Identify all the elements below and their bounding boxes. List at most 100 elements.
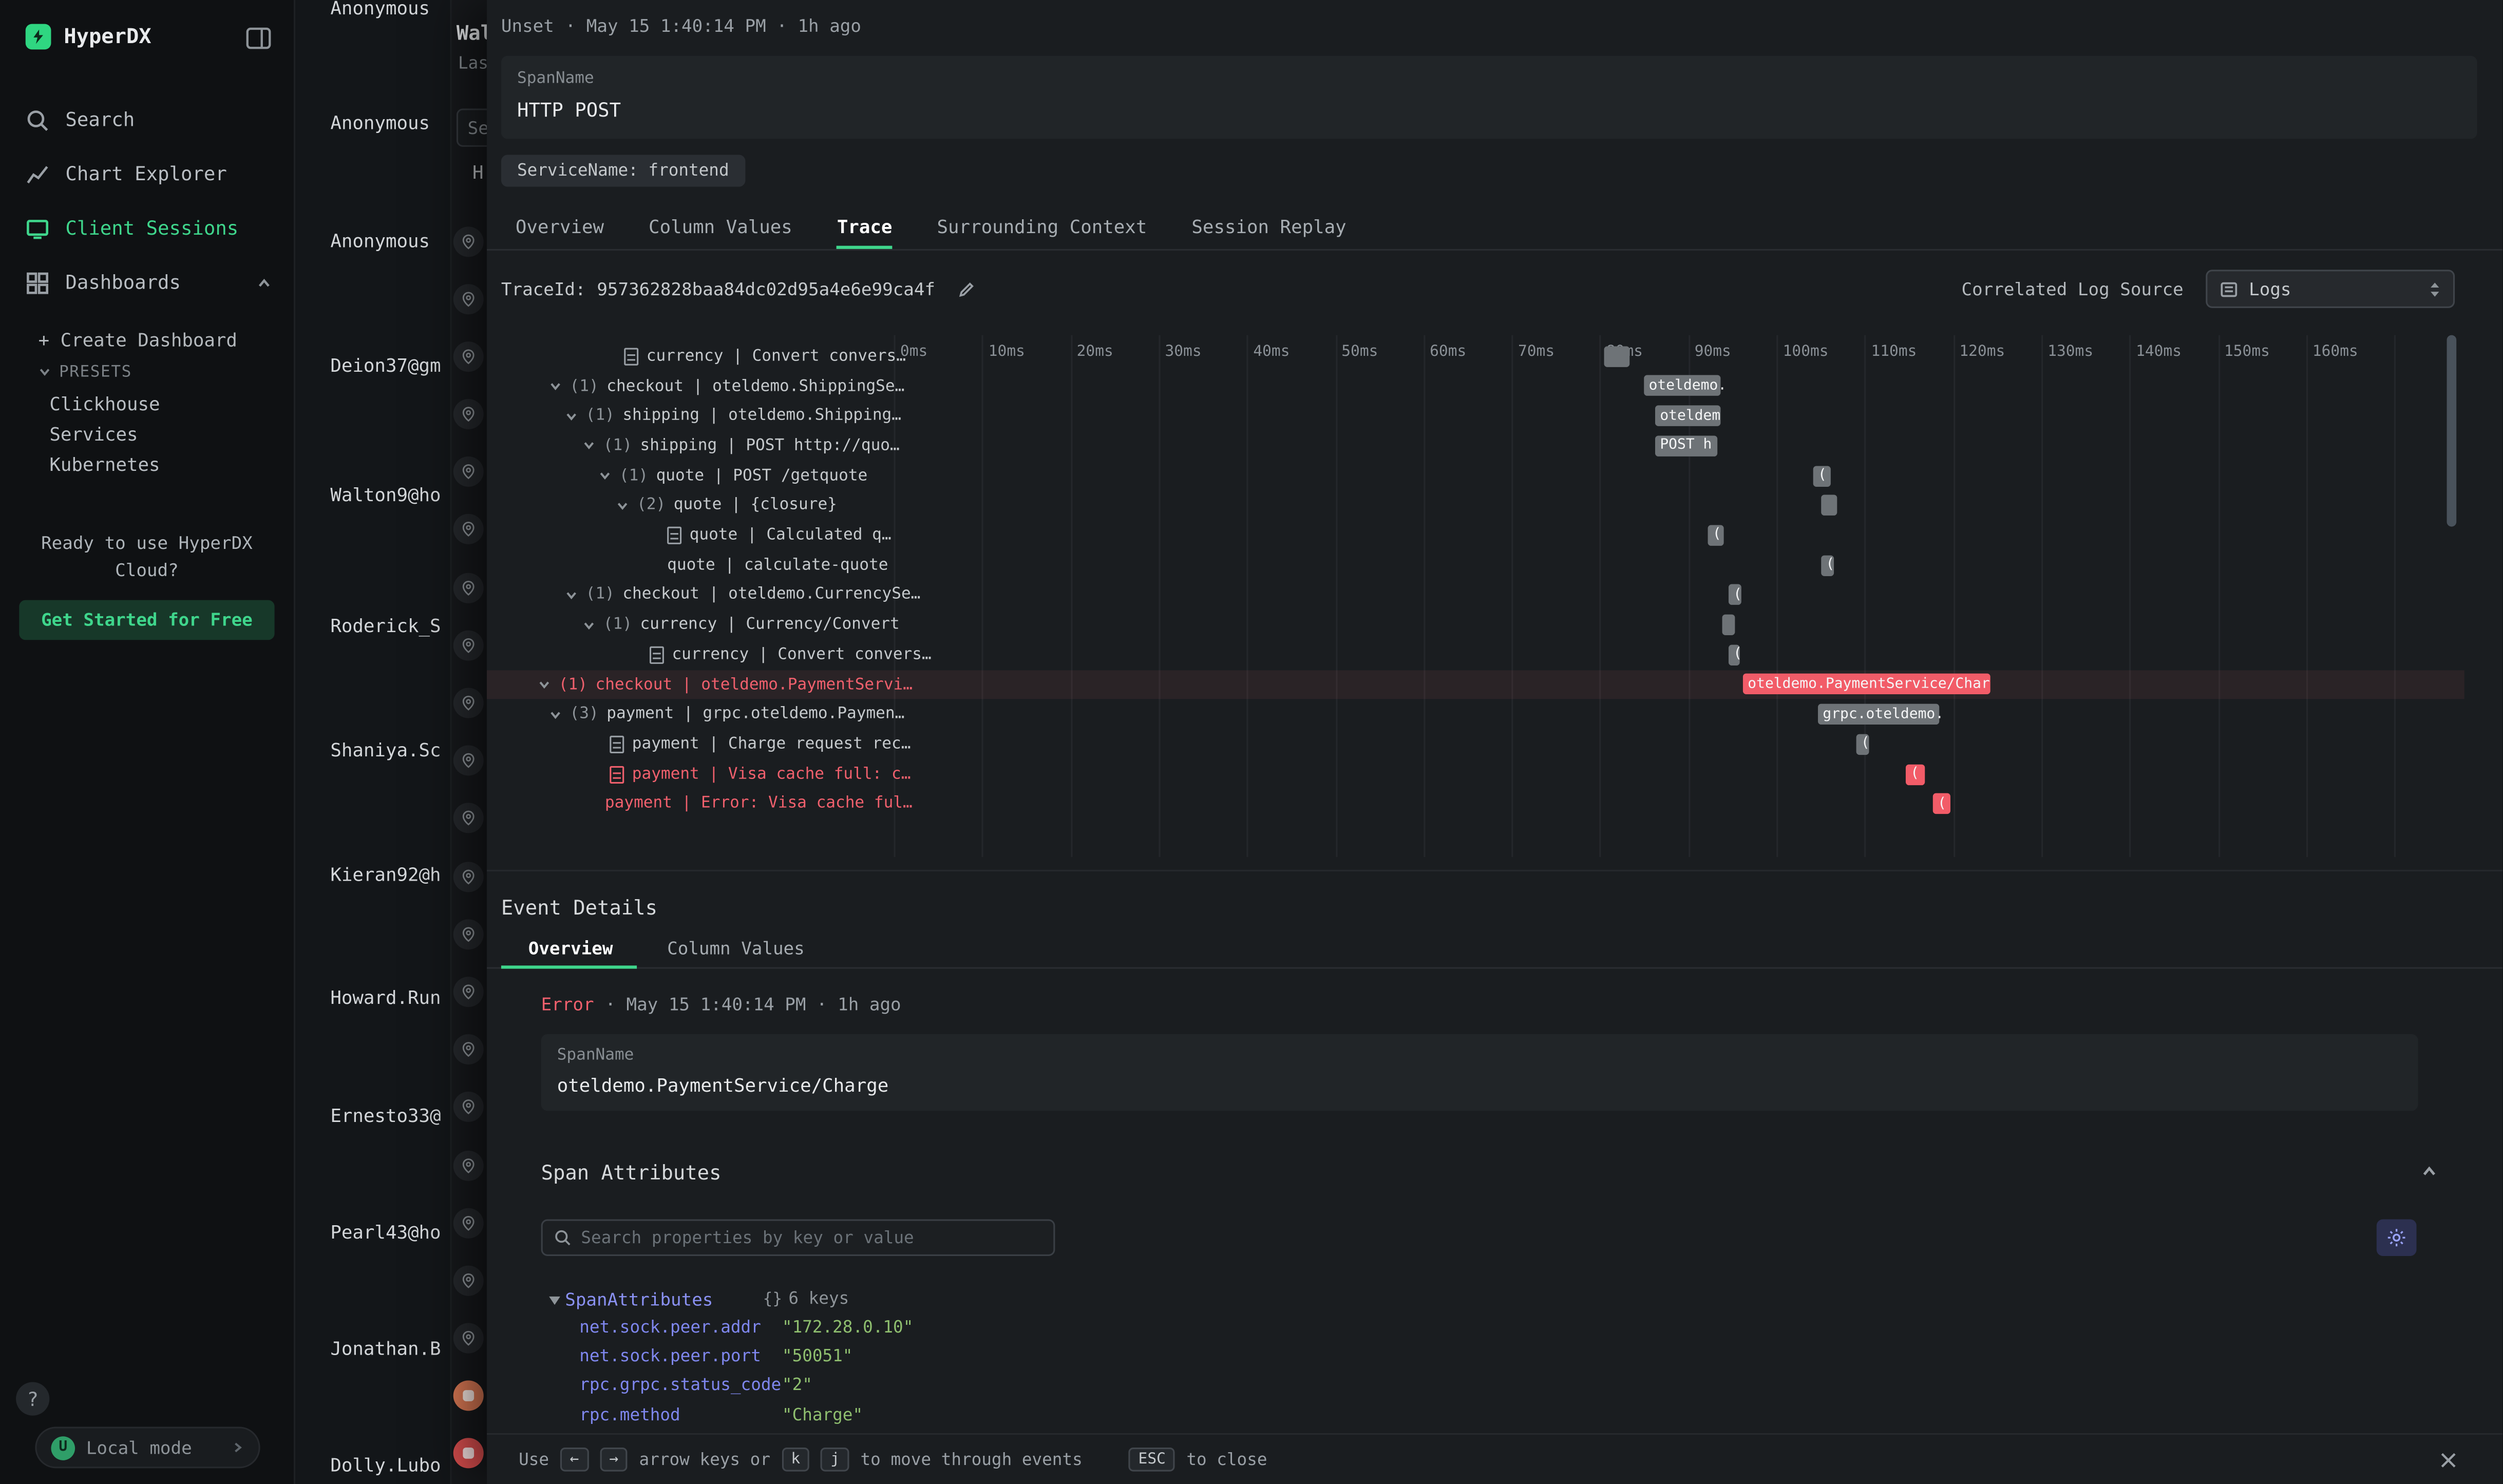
sidebar-item-dashboards[interactable]: Dashboards [0,255,294,310]
session-list-item[interactable]: Anonymous [330,0,430,19]
settings-button[interactable] [2377,1220,2417,1256]
attribute-key[interactable]: net.sock.peer.addr [579,1318,782,1337]
trace-row[interactable]: (1)shipping | oteldemo.Shipping…oteldem [487,401,2471,431]
trace-row[interactable]: payment | Visa cache full: c…( [487,759,2471,789]
location-pin-icon[interactable] [453,515,484,545]
trace-row[interactable]: payment | Charge request rec…( [487,730,2471,759]
collapse-sidebar-icon[interactable] [246,27,272,50]
location-pin-icon[interactable] [453,573,484,603]
tab-session-replay[interactable]: Session Replay [1191,207,1346,249]
trace-row[interactable]: (1)checkout | oteldemo.PaymentServi…otel… [487,670,2464,699]
attribute-key[interactable]: rpc.method [579,1405,782,1424]
sidebar-item-search[interactable]: Search [0,92,294,147]
trace-row[interactable]: quote | calculate-quote( [487,550,2471,580]
chevron-down-icon[interactable] [582,619,595,632]
trace-span-bar[interactable]: ( [1821,555,1834,576]
chevron-down-icon[interactable] [565,589,578,602]
trace-row[interactable]: payment | Error: Visa cache ful…( [487,789,2471,819]
sidebar-preset-clickhouse[interactable]: Clickhouse [0,388,294,418]
session-list-item[interactable]: Ernesto33@ [330,1105,441,1127]
location-pin-icon[interactable] [453,1323,484,1354]
location-pin-icon[interactable] [453,399,484,429]
trace-span-bar[interactable]: ( [1933,794,1950,814]
attribute-key[interactable]: net.sock.peer.port [579,1347,782,1366]
chevron-down-icon[interactable] [549,708,562,721]
location-pin-icon[interactable] [453,341,484,372]
alert-event-icon[interactable] [453,1381,484,1411]
trace-span-bar[interactable]: grpc.oteldemo. [1818,704,1939,725]
location-pin-icon[interactable] [453,1265,484,1296]
create-dashboard-button[interactable]: + Create Dashboard [0,322,294,356]
trace-span-bar[interactable]: ( [1813,465,1831,486]
help-button[interactable]: ? [16,1382,49,1416]
attribute-row[interactable]: rpc.method"Charge" [579,1400,1377,1430]
tab-trace[interactable]: Trace [837,207,893,249]
chevron-down-icon[interactable] [549,380,562,393]
session-list-item[interactable]: Kieran92@h [330,863,441,886]
location-pin-icon[interactable] [453,977,484,1007]
trace-span-bar[interactable]: oteldem [1655,406,1720,426]
chevron-down-icon[interactable] [599,469,612,482]
chevron-down-icon[interactable] [582,440,595,452]
trace-row[interactable]: (1)quote | POST /getquote( [487,461,2471,491]
trace-span-bar[interactable] [1604,346,1630,367]
trace-row[interactable]: currency | Convert convers…( [487,640,2471,670]
session-search-input[interactable]: Sea [457,108,487,147]
collapse-section-icon[interactable] [2421,1164,2437,1179]
location-pin-icon[interactable] [453,457,484,487]
location-pin-icon[interactable] [453,1150,484,1180]
location-pin-icon[interactable] [453,1092,484,1122]
location-pin-icon[interactable] [453,804,484,834]
trace-span-bar[interactable]: ( [1729,585,1741,605]
session-list-item[interactable]: Anonymous [330,230,430,253]
attribute-row[interactable]: net.sock.peer.port"50051" [579,1342,1377,1372]
edit-icon[interactable] [958,280,975,297]
local-mode-pill[interactable]: U Local mode [35,1427,260,1469]
session-filter-chip[interactable]: H [472,161,484,184]
location-pin-icon[interactable] [453,688,484,718]
attribute-search-input[interactable] [581,1228,1042,1247]
tab-surrounding-context[interactable]: Surrounding Context [937,207,1147,249]
tab-column-values[interactable]: Column Values [649,207,792,249]
trace-span-bar[interactable]: POST h [1655,435,1717,456]
event-details-tab-column-values[interactable]: Column Values [667,939,805,959]
trace-span-bar[interactable]: oteldemo. [1644,376,1720,396]
session-list-item[interactable]: Roderick_S [330,615,441,637]
location-pin-icon[interactable] [453,283,484,314]
tab-overview[interactable]: Overview [516,207,604,249]
session-list-item[interactable]: Anonymous [330,112,430,135]
chevron-up-icon[interactable] [257,275,271,290]
attribute-key[interactable]: rpc.grpc.status_code [579,1377,782,1396]
session-list-item[interactable]: Dolly.Lubo [330,1454,441,1476]
location-pin-icon[interactable] [453,1208,484,1238]
trace-span-bar[interactable]: oteldemo.PaymentService/Char [1743,674,1990,695]
app-logo[interactable]: HyperDX [26,24,151,50]
location-pin-icon[interactable] [453,226,484,256]
trace-span-bar[interactable]: ( [1708,525,1724,545]
trace-span-bar[interactable]: ( [1856,734,1869,754]
log-source-select[interactable]: Logs [2206,270,2455,308]
trace-row[interactable]: currency | Convert convers… [487,341,2471,371]
trace-span-bar[interactable]: ( [1906,764,1925,784]
get-started-button[interactable]: Get Started for Free [19,600,274,640]
close-icon[interactable] [2439,1451,2458,1470]
trace-span-bar[interactable]: ( [1729,644,1740,665]
trace-row[interactable]: (2)quote | {closure} [487,491,2471,521]
session-list-item[interactable]: Jonathan.B [330,1338,441,1360]
trace-row[interactable]: (1)shipping | POST http://quo…POST h [487,431,2471,461]
event-details-tab-overview[interactable]: Overview [528,939,613,959]
service-name-chip[interactable]: ServiceName: frontend [501,155,745,186]
trace-span-bar[interactable] [1821,495,1837,516]
chevron-down-icon[interactable] [565,410,578,423]
alert-event-icon[interactable] [453,1439,484,1469]
session-list-item[interactable]: Pearl43@ho [330,1221,441,1244]
sidebar-item-client-sessions[interactable]: Client Sessions [0,201,294,256]
trace-span-bar[interactable] [1722,615,1735,635]
presets-section[interactable]: PRESETS [0,356,294,388]
location-pin-icon[interactable] [453,861,484,891]
session-list-item[interactable]: Howard.Run [330,986,441,1009]
trace-row[interactable]: (1)currency | Currency/Convert [487,610,2471,640]
attr-root-label[interactable]: SpanAttributes [565,1289,713,1310]
location-pin-icon[interactable] [453,746,484,776]
sidebar-preset-kubernetes[interactable]: Kubernetes [0,448,294,479]
